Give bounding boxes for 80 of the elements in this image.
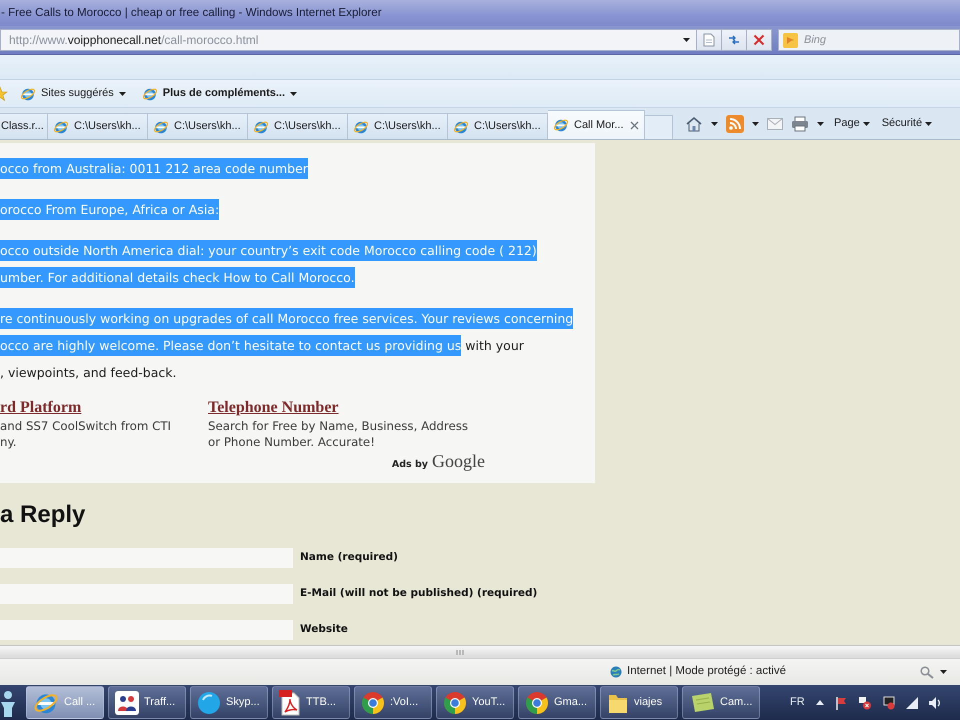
taskbar-button[interactable]: TTB... bbox=[272, 686, 350, 719]
globe-icon bbox=[610, 666, 622, 678]
browser-tab[interactable]: C:\Users\kh... bbox=[148, 113, 248, 139]
caret-icon bbox=[862, 122, 870, 126]
caret-icon[interactable] bbox=[940, 670, 947, 674]
stop-icon[interactable] bbox=[753, 34, 765, 46]
input-field[interactable] bbox=[0, 620, 293, 640]
menu-button[interactable]: Sécurité bbox=[880, 115, 934, 132]
close-icon[interactable] bbox=[630, 120, 639, 130]
error-badge-icon[interactable] bbox=[858, 696, 872, 710]
paragraph-text: orocco From Europe, Africa or Asia: bbox=[0, 196, 220, 223]
language-indicator[interactable]: FR bbox=[790, 694, 805, 711]
paragraph-text: occo from Australia: 0011 212 area code number bbox=[0, 155, 308, 182]
taskbar-button[interactable]: Cam... bbox=[682, 686, 760, 719]
caret-icon[interactable] bbox=[683, 38, 690, 42]
window-title: - Free Calls to Morocco | cheap or free calling - Windows Internet Explorer bbox=[1, 5, 382, 22]
browser-tab[interactable]: C:\Users\kh... bbox=[348, 113, 448, 139]
input-field[interactable] bbox=[0, 548, 293, 568]
taskbar-button[interactable]: :VoI... bbox=[354, 686, 432, 719]
browser-tab[interactable]: Call Mor... bbox=[548, 110, 645, 139]
caret-icon[interactable] bbox=[752, 122, 759, 126]
taskbar-button[interactable]: Gma... bbox=[518, 686, 596, 719]
taskbar-button[interactable]: YouT... bbox=[436, 686, 514, 719]
taskbar-button[interactable]: Traff... bbox=[108, 686, 186, 719]
flag-icon[interactable] bbox=[834, 696, 847, 710]
ad-text: Search for Free by Name, Business, Address or Phone Number. Accurate! bbox=[208, 418, 468, 450]
ad-text: and SS7 CoolSwitch from CTI ny. bbox=[0, 418, 172, 450]
browser-tab[interactable]: C:\Users\kh... bbox=[448, 113, 548, 139]
note-icon bbox=[689, 692, 715, 714]
field-label: Website bbox=[300, 622, 348, 637]
chevron-up-icon[interactable] bbox=[816, 700, 824, 705]
segmented-circle-icon bbox=[525, 690, 549, 714]
reply-heading: a Reply bbox=[0, 500, 86, 528]
ad-link[interactable]: rd Platform bbox=[0, 400, 82, 416]
browser-tab[interactable]: C:\Users\kh... bbox=[248, 113, 348, 139]
favorites-link[interactable]: Sites suggérés bbox=[16, 82, 130, 104]
browser-tab[interactable]: Class.r... bbox=[0, 113, 48, 139]
ad-link[interactable]: Telephone Number bbox=[208, 400, 339, 416]
caret-icon bbox=[290, 92, 298, 96]
grip-icon[interactable] bbox=[456, 648, 465, 656]
status-zone-text: Internet | Mode protégé : activé bbox=[627, 664, 786, 680]
ads-brand-label[interactable]: Google bbox=[432, 452, 485, 470]
document-icon bbox=[279, 690, 301, 716]
menu-button[interactable]: Page bbox=[832, 115, 872, 132]
home-icon[interactable] bbox=[685, 114, 703, 132]
browser-icon bbox=[153, 118, 169, 134]
caret-icon bbox=[925, 122, 932, 126]
browser-tab[interactable]: C:\Users\kh... bbox=[48, 113, 148, 139]
browser-icon bbox=[142, 86, 158, 102]
browser-icon bbox=[553, 117, 569, 133]
paragraph-text: occo outside North America dial: your country’s exit code Morocco calling code ( 212) umber. For additional details check How to Call Morocco. bbox=[0, 237, 537, 291]
speaker-icon[interactable] bbox=[928, 696, 941, 708]
taskbar-button[interactable]: viajes bbox=[600, 686, 678, 719]
signal-icon[interactable] bbox=[906, 696, 918, 708]
favorites-link[interactable]: Plus de compléments... bbox=[138, 82, 302, 104]
printer-icon[interactable] bbox=[791, 116, 809, 132]
taskbar-button[interactable]: Skyp... bbox=[190, 686, 268, 719]
address-field[interactable]: http://www.voipphonecall.net/call-morocco.html bbox=[0, 29, 697, 51]
field-label: E-Mail (will not be published) (required) bbox=[300, 586, 538, 601]
segmented-circle-icon bbox=[443, 690, 467, 714]
browser-icon bbox=[453, 118, 469, 134]
zoom-icon[interactable] bbox=[920, 666, 934, 678]
people-icon bbox=[115, 690, 139, 714]
field-label: Name (required) bbox=[300, 550, 398, 565]
browser-icon bbox=[253, 118, 269, 134]
segmented-circle-icon bbox=[361, 690, 385, 714]
ads-by-label: Ads by bbox=[392, 458, 428, 472]
screen-icon[interactable] bbox=[882, 696, 895, 710]
browser-icon bbox=[20, 86, 36, 102]
browser-icon bbox=[353, 118, 369, 134]
refresh-icon[interactable] bbox=[728, 35, 740, 45]
disc-logo-icon bbox=[197, 690, 221, 714]
page-icon[interactable] bbox=[703, 33, 715, 47]
feed-icon[interactable] bbox=[726, 114, 744, 132]
input-field[interactable] bbox=[0, 584, 293, 604]
browser-icon bbox=[53, 118, 69, 134]
caret-icon[interactable] bbox=[817, 122, 824, 126]
star-icon[interactable] bbox=[0, 86, 8, 102]
caret-icon[interactable] bbox=[711, 122, 718, 126]
caret-icon bbox=[118, 92, 126, 96]
